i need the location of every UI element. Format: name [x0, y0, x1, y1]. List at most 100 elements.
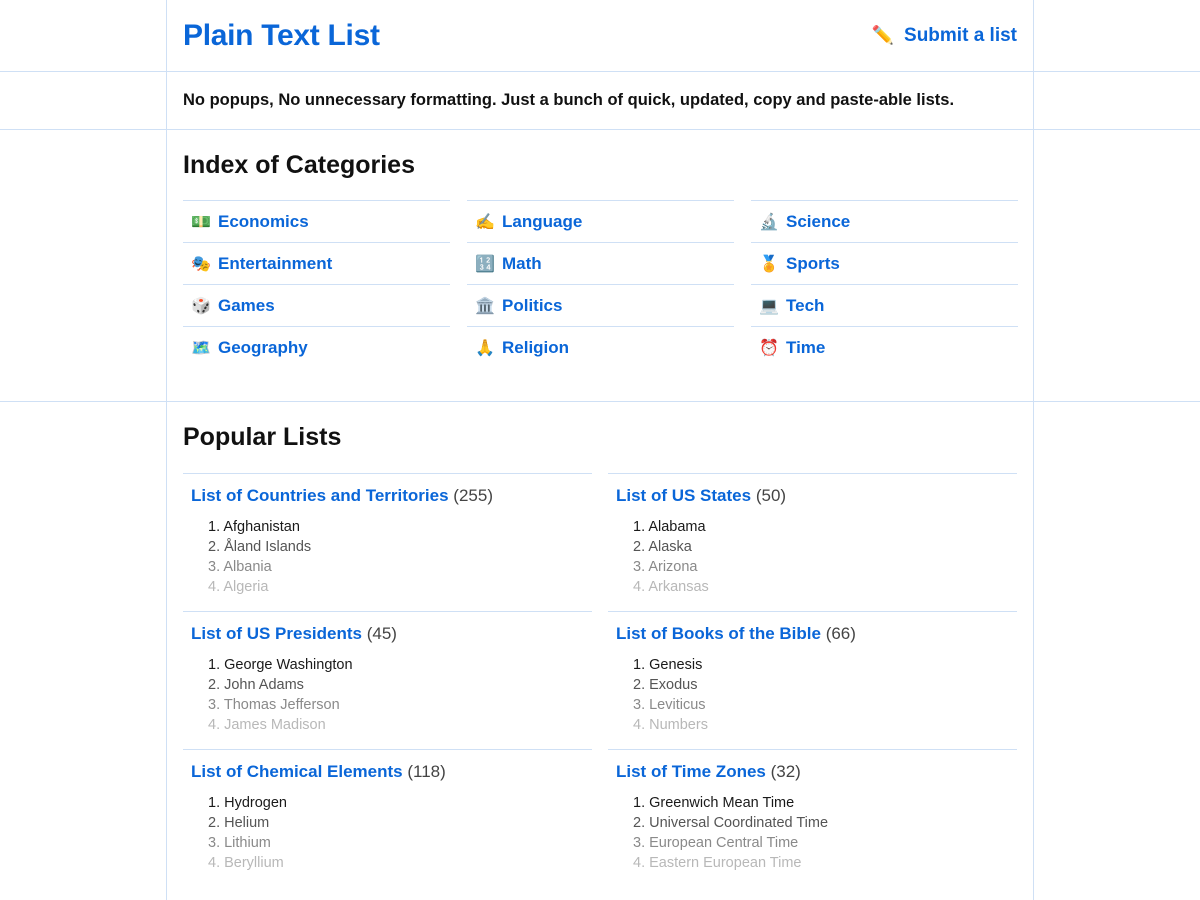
category-label: Tech — [786, 295, 825, 315]
list-item: 1. Greenwich Mean Time — [633, 795, 795, 811]
popular-list-header: List of Books of the Bible (66) — [616, 624, 1017, 644]
popular-list-header: List of Time Zones (32) — [616, 762, 1017, 782]
list-item: 2. John Adams — [208, 677, 304, 693]
category-link-geography[interactable]: 🗺️ Geography — [183, 326, 450, 368]
list-item: 3. Arizona — [633, 559, 698, 575]
category-label: Religion — [502, 337, 570, 357]
list-item: 1. Alabama — [633, 519, 706, 535]
pencil-icon: ✏️ — [871, 25, 895, 45]
popular-list-header: List of Chemical Elements (118) — [191, 762, 592, 782]
category-link-entertainment[interactable]: 🎭 Entertainment — [183, 242, 450, 284]
submit-list-label: Submit a list — [904, 24, 1017, 46]
list-item: 4. Algeria — [208, 579, 269, 595]
popular-list-count: (118) — [407, 762, 446, 781]
category-label: Politics — [502, 295, 563, 315]
submit-list-link[interactable]: ✏️ Submit a list — [872, 25, 1017, 47]
category-link-politics[interactable]: 🏛️ Politics — [467, 284, 734, 326]
dice-icon: 🎲 — [191, 297, 211, 315]
list-item: 2. Åland Islands — [208, 539, 312, 555]
numbers-icon: 🔢 — [475, 255, 495, 273]
popular-list-link[interactable]: List of Books of the Bible — [616, 624, 821, 643]
list-item: 3. European Central Time — [633, 835, 799, 851]
popular-section: Popular Lists List of Countries and Terr… — [183, 402, 1017, 887]
tagline: No popups, No unnecessary formatting. Ju… — [183, 90, 955, 109]
list-item: 2. Alaska — [633, 539, 692, 555]
tagline-section: No popups, No unnecessary formatting. Ju… — [183, 71, 1017, 129]
laptop-icon: 💻 — [759, 297, 779, 315]
popular-list-count: (32) — [770, 762, 801, 781]
theater-masks-icon: 🎭 — [191, 255, 211, 273]
category-label: Sports — [786, 253, 840, 273]
page-guide-right — [1033, 0, 1034, 900]
popular-list-preview: 1. Greenwich Mean Time 2. Universal Coord… — [616, 793, 1017, 873]
popular-list-preview: 1. George Washington 2. John Adams 3. Thom… — [191, 655, 592, 735]
popular-list-link[interactable]: List of US Presidents — [191, 624, 362, 643]
categories-grid: 💵 Economics ✍️ Language 🔬 Science 🎭 Entertainme… — [183, 200, 1018, 368]
popular-grid: List of Countries and Territories (255) 1… — [183, 473, 1017, 887]
site-header: Plain Text List ✏️ Submit a list — [183, 0, 1017, 71]
list-item: 3. Albania — [208, 559, 272, 575]
microscope-icon: 🔬 — [759, 213, 779, 231]
category-link-language[interactable]: ✍️ Language — [467, 200, 734, 242]
category-link-games[interactable]: 🎲 Games — [183, 284, 450, 326]
medal-icon: 🏅 — [759, 255, 779, 273]
category-link-sports[interactable]: 🏅 Sports — [751, 242, 1018, 284]
category-link-science[interactable]: 🔬 Science — [751, 200, 1018, 242]
world-map-icon: 🗺️ — [191, 339, 211, 357]
category-link-religion[interactable]: 🙏 Religion — [467, 326, 734, 368]
popular-list-preview: 1. Hydrogen 2. Helium 3. Lithium 4. Berylli… — [191, 793, 592, 873]
popular-list-link[interactable]: List of Countries and Territories — [191, 486, 449, 505]
popular-list-card: List of US States (50) 1. Alabama 2. Alask… — [608, 473, 1017, 611]
site-title[interactable]: Plain Text List — [183, 19, 380, 53]
writing-hand-icon: ✍️ — [475, 213, 495, 231]
popular-list-link[interactable]: List of US States — [616, 486, 751, 505]
category-label: Time — [786, 337, 826, 357]
category-label: Geography — [218, 337, 308, 357]
popular-list-preview: 1. Alabama 2. Alaska 3. Arizona 4. Arkansas — [616, 517, 1017, 597]
category-link-math[interactable]: 🔢 Math — [467, 242, 734, 284]
popular-list-count: (66) — [825, 624, 856, 643]
category-link-time[interactable]: ⏰ Time — [751, 326, 1018, 368]
popular-list-header: List of US States (50) — [616, 486, 1017, 506]
list-item: 3. Leviticus — [633, 697, 706, 713]
categories-section: Index of Categories 💵 Economics ✍️ Language… — [183, 130, 1018, 368]
popular-list-count: (255) — [453, 486, 493, 505]
list-item: 4. James Madison — [208, 717, 326, 733]
popular-title: Popular Lists — [183, 423, 342, 451]
list-item: 2. Universal Coordinated Time — [633, 815, 829, 831]
money-icon: 💵 — [191, 213, 211, 231]
list-item: 1. Hydrogen — [208, 795, 287, 811]
popular-list-card: List of US Presidents (45) 1. George Wash… — [183, 611, 592, 749]
popular-list-card: List of Countries and Territories (255) 1… — [183, 473, 592, 611]
popular-list-count: (50) — [755, 486, 787, 505]
list-item: 1. Genesis — [633, 657, 703, 673]
category-link-tech[interactable]: 💻 Tech — [751, 284, 1018, 326]
popular-list-header: List of US Presidents (45) — [191, 624, 592, 644]
alarm-clock-icon: ⏰ — [759, 339, 779, 357]
list-item: 4. Numbers — [633, 717, 708, 733]
list-item: 4. Arkansas — [633, 579, 709, 595]
category-label: Entertainment — [218, 253, 333, 273]
popular-list-preview: 1. Genesis 2. Exodus 3. Leviticus 4. Number… — [616, 655, 1017, 735]
praying-hands-icon: 🙏 — [475, 339, 495, 357]
popular-list-card: List of Books of the Bible (66) 1. Genesi… — [608, 611, 1017, 749]
category-label: Math — [502, 253, 542, 273]
popular-list-link[interactable]: List of Time Zones — [616, 762, 766, 781]
category-label: Games — [218, 295, 275, 315]
category-label: Science — [786, 211, 851, 231]
list-item: 4. Eastern European Time — [633, 855, 802, 871]
list-item: 1. George Washington — [208, 657, 353, 673]
list-item: 3. Thomas Jefferson — [208, 697, 340, 713]
category-link-economics[interactable]: 💵 Economics — [183, 200, 450, 242]
popular-list-link[interactable]: List of Chemical Elements — [191, 762, 403, 781]
classical-building-icon: 🏛️ — [475, 297, 495, 315]
list-item: 1. Afghanistan — [208, 519, 300, 535]
popular-list-count: (45) — [366, 624, 397, 643]
list-item: 2. Exodus — [633, 677, 698, 693]
categories-title: Index of Categories — [183, 151, 415, 179]
popular-list-card: List of Chemical Elements (118) 1. Hydrog… — [183, 749, 592, 887]
list-item: 2. Helium — [208, 815, 270, 831]
page-guide-left — [166, 0, 167, 900]
popular-list-card: List of Time Zones (32) 1. Greenwich Mean… — [608, 749, 1017, 887]
list-item: 4. Beryllium — [208, 855, 284, 871]
